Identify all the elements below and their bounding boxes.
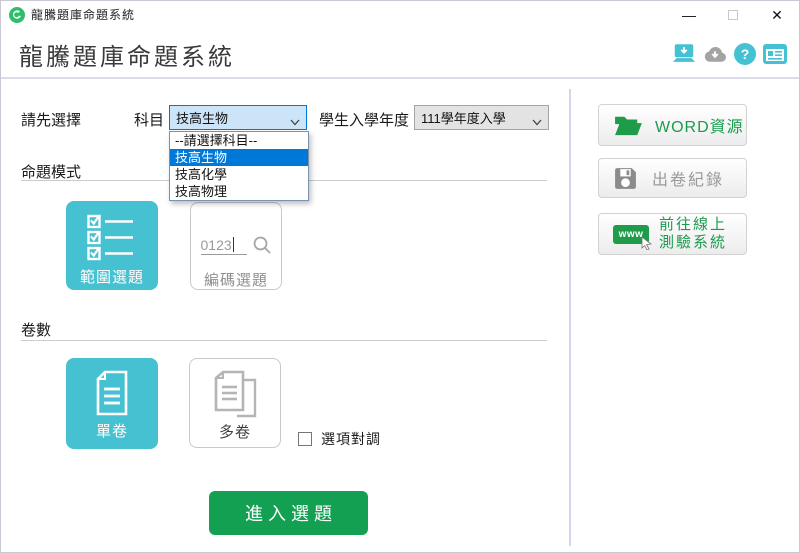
checklist-icon [87, 214, 137, 261]
page-title: 龍騰題庫命題系統 [19, 37, 235, 72]
titlebar-app-title: 龍騰題庫命題系統 [31, 1, 135, 29]
subject-select-value: 技高生物 [176, 108, 228, 127]
section-divider [21, 340, 547, 341]
app-window: 龍騰題庫命題系統 — ✕ 龍騰題庫命題系統 ? [0, 0, 800, 553]
word-resource-label: WORD資源 [655, 113, 744, 137]
vertical-divider [569, 89, 571, 546]
subject-option[interactable]: 技高化學 [170, 166, 308, 183]
swap-options-checkbox[interactable] [298, 432, 312, 446]
maximize-icon [728, 10, 738, 20]
subject-select[interactable]: 技高生物 [169, 105, 307, 130]
computer-download-icon[interactable] [672, 43, 696, 65]
bulletin-list-icon[interactable] [763, 43, 787, 65]
record-button[interactable]: 出卷紀錄 [598, 158, 747, 198]
close-button[interactable]: ✕ [755, 1, 799, 29]
online-test-label: 前往線上 測驗系統 [659, 216, 727, 252]
subject-option[interactable]: --請選擇科目-- [170, 132, 308, 149]
subject-label: 科目 [134, 109, 164, 130]
record-button-label: 出卷紀錄 [652, 166, 724, 190]
single-paper-button[interactable]: 單卷 [66, 358, 158, 449]
code-select-button[interactable]: 0123 編碼選題 [190, 202, 282, 290]
cursor-arrow-icon [641, 237, 653, 250]
enter-selection-button[interactable]: 進入選題 [209, 491, 368, 535]
titlebar: 龍騰題庫命題系統 — ✕ [1, 1, 799, 29]
chevron-down-icon [532, 114, 542, 129]
single-document-icon [93, 370, 131, 416]
code-card-label: 編碼選題 [204, 269, 268, 290]
online-test-button[interactable]: www 前往線上 測驗系統 [598, 213, 747, 255]
maximize-button[interactable] [711, 1, 755, 29]
text-cursor [233, 237, 234, 252]
year-label: 學生入學年度 [319, 109, 409, 130]
range-select-button[interactable]: 範圍選題 [66, 201, 158, 290]
app-logo-icon [9, 7, 25, 23]
single-card-label: 單卷 [96, 420, 128, 441]
mode-section-title: 命題模式 [21, 161, 81, 182]
word-resource-button[interactable]: WORD資源 [598, 104, 747, 146]
subject-option[interactable]: 技高物理 [170, 183, 308, 200]
chevron-down-icon [290, 114, 300, 129]
paper-section-title: 卷數 [21, 319, 51, 340]
www-icon: www [613, 225, 649, 244]
year-select-value: 111學年度入學 [421, 108, 506, 127]
prompt-label: 請先選擇 [21, 109, 81, 130]
code-search-input[interactable]: 0123 [201, 237, 247, 255]
multi-card-label: 多卷 [219, 421, 251, 442]
subject-option-selected[interactable]: 技高生物 [170, 149, 308, 166]
header-separator [1, 77, 799, 79]
range-card-label: 範圍選題 [80, 266, 144, 287]
help-icon[interactable]: ? [734, 43, 756, 65]
subject-dropdown-list: --請選擇科目-- 技高生物 技高化學 技高物理 [169, 131, 309, 201]
multi-paper-button[interactable]: 多卷 [189, 358, 281, 448]
swap-options-label: 選項對調 [321, 429, 381, 449]
multi-document-icon [213, 370, 257, 418]
save-icon [613, 166, 638, 191]
minimize-button[interactable]: — [667, 1, 711, 29]
folder-icon [613, 113, 643, 137]
year-select[interactable]: 111學年度入學 [414, 105, 549, 130]
cloud-download-icon[interactable] [703, 43, 727, 65]
search-icon [252, 235, 272, 255]
